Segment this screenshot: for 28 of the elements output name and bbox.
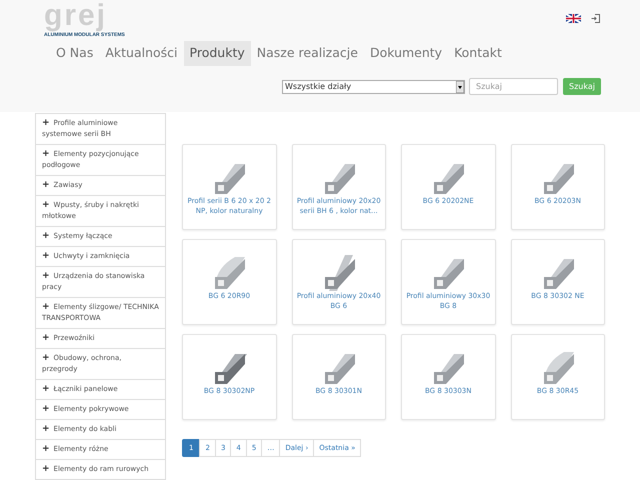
search-field[interactable]: Szukaj [469,78,558,95]
dropdown-arrow-icon [456,80,464,92]
flag-icon[interactable] [566,14,581,23]
nav-link[interactable]: Nasze realizacje [250,41,364,66]
plus-icon: + [42,118,50,128]
nav-link[interactable]: Dokumenty [364,41,448,66]
nav-link[interactable]: O Nas [50,41,100,66]
plus-icon: + [42,464,50,474]
plus-icon: + [42,353,50,363]
nav-link[interactable]: Aktualności [99,41,184,66]
nav-link[interactable]: Produkty [184,41,251,66]
plus-icon: + [42,271,50,281]
plus-icon: + [42,149,50,159]
plus-icon: + [42,333,50,343]
plus-icon: + [42,231,50,241]
plus-icon: + [42,200,50,210]
plus-icon: + [42,180,50,190]
plus-icon: + [42,404,50,414]
plus-icon: + [42,302,50,312]
plus-icon: + [42,424,50,434]
nav-link[interactable]: Kontakt [448,41,508,66]
plus-icon: + [42,444,50,454]
plus-icon: + [42,251,50,261]
login-icon[interactable] [591,14,600,23]
department-select[interactable]: Wszystkie działy [282,80,465,94]
plus-icon: + [42,384,50,394]
search-button[interactable]: Szukaj [563,78,601,95]
select-value: Wszystkie działy [285,80,352,92]
